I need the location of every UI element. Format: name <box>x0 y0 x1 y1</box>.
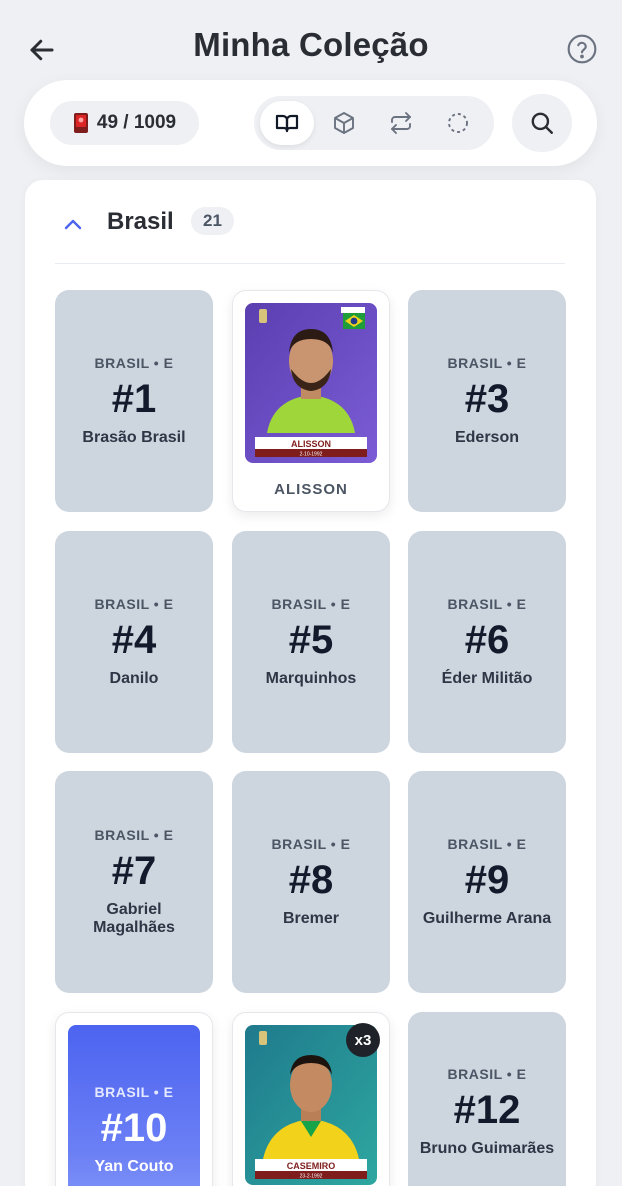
special-card-face: BRASIL • E #10 Yan Couto <box>68 1025 200 1186</box>
card-number: #5 <box>288 617 334 662</box>
card-team-code: BRASIL • E <box>447 1065 527 1082</box>
card-team-code: BRASIL • E <box>447 595 527 612</box>
sticker-date-text: 2-10-1992 <box>300 452 323 458</box>
card-number: #8 <box>288 857 334 902</box>
sticker-card[interactable]: BRASIL • E #5 Marquinhos <box>232 531 390 753</box>
card-team-code: BRASIL • E <box>94 354 174 371</box>
card-player-name: Bruno Guimarães <box>419 1139 555 1157</box>
team-section-header[interactable]: Brasil 21 <box>55 198 565 264</box>
sticker-card[interactable]: BRASIL • E #7 Gabriel Magalhães <box>55 771 213 993</box>
book-open-icon <box>275 114 299 133</box>
card-number: #4 <box>111 617 157 662</box>
card-player-name: Danilo <box>109 669 159 687</box>
sticker-card[interactable]: BRASIL • E #9 Guilherme Arana <box>408 771 566 993</box>
sticker-card-special[interactable]: BRASIL • E #10 Yan Couto <box>55 1012 213 1186</box>
view-switcher <box>254 96 494 150</box>
card-number: #6 <box>464 617 510 662</box>
card-player-name: Brasão Brasil <box>82 428 186 446</box>
card-number: #7 <box>111 848 157 893</box>
page-title: Minha Coleção <box>193 26 429 63</box>
sticker-card[interactable]: BRASIL • E #8 Bremer <box>232 771 390 993</box>
sticker-name-text: ALISSON <box>291 439 331 449</box>
team-name: Brasil <box>107 208 174 235</box>
toolbar: 49 / 1009 <box>24 80 597 166</box>
card-player-name: ALISSON <box>274 481 348 498</box>
collection-panel: Brasil 21 BRASIL • E #1 Brasão Brasil AL… <box>25 180 596 1186</box>
view-album-button[interactable] <box>260 101 314 145</box>
sticker-name-text: CASEMIRO <box>287 1161 336 1171</box>
sticker-card-owned[interactable]: CASEMIRO 23-2-1992 x3 <box>232 1012 390 1186</box>
card-team-code: BRASIL • E <box>94 1083 174 1100</box>
search-icon <box>531 112 553 134</box>
duplicate-count-badge: x3 <box>346 1023 380 1057</box>
collection-count: 49 / 1009 <box>96 112 177 133</box>
sticker-card-owned[interactable]: ALISSON 2-10-1992 ALISSON <box>232 290 390 512</box>
sticker-date-text: 23-2-1992 <box>300 1174 323 1180</box>
help-circle-icon <box>567 34 597 64</box>
card-number: #3 <box>464 376 510 421</box>
card-player-name: Bremer <box>282 909 340 927</box>
card-team-code: BRASIL • E <box>94 826 174 843</box>
card-player-name: Éder Militão <box>441 669 533 687</box>
box-icon <box>334 112 354 134</box>
card-player-name: Guilherme Arana <box>422 909 552 927</box>
collection-count-pill[interactable]: 49 / 1009 <box>50 101 199 145</box>
repeat-icon <box>391 112 411 134</box>
card-number: #10 <box>100 1105 168 1150</box>
card-team-code: BRASIL • E <box>271 595 351 612</box>
sticker-card[interactable]: BRASIL • E #3 Ederson <box>408 290 566 512</box>
view-trades-button[interactable] <box>374 101 428 145</box>
help-button[interactable] <box>564 31 600 67</box>
card-number: #12 <box>453 1087 521 1132</box>
team-count-badge: 21 <box>191 207 234 235</box>
card-team-code: BRASIL • E <box>94 595 174 612</box>
sticker-card[interactable]: BRASIL • E #4 Danilo <box>55 531 213 753</box>
card-player-name: Ederson <box>454 428 519 446</box>
card-team-code: BRASIL • E <box>447 835 527 852</box>
sticker-card[interactable]: BRASIL • E #12 Bruno Guimarães <box>408 1012 566 1186</box>
sticker-image-alisson: ALISSON 2-10-1992 <box>245 303 377 463</box>
card-team-code: BRASIL • E <box>447 354 527 371</box>
collapse-button[interactable] <box>61 212 85 236</box>
card-player-name: Marquinhos <box>265 669 357 687</box>
view-missing-button[interactable] <box>431 101 485 145</box>
view-packs-button[interactable] <box>317 101 371 145</box>
search-button[interactable] <box>512 94 572 152</box>
sticker-card[interactable]: BRASIL • E #1 Brasão Brasil <box>55 290 213 512</box>
sticker-card[interactable]: BRASIL • E #6 Éder Militão <box>408 531 566 753</box>
header: Minha Coleção <box>0 0 622 90</box>
card-number: #9 <box>464 857 510 902</box>
sticker-icon <box>73 113 88 133</box>
card-number: #1 <box>111 376 157 421</box>
card-player-name: Gabriel Magalhães <box>93 900 175 936</box>
chevron-up-icon <box>64 219 82 230</box>
card-team-code: BRASIL • E <box>271 835 351 852</box>
card-player-name: Yan Couto <box>94 1157 174 1175</box>
dashed-circle-icon <box>448 113 468 133</box>
